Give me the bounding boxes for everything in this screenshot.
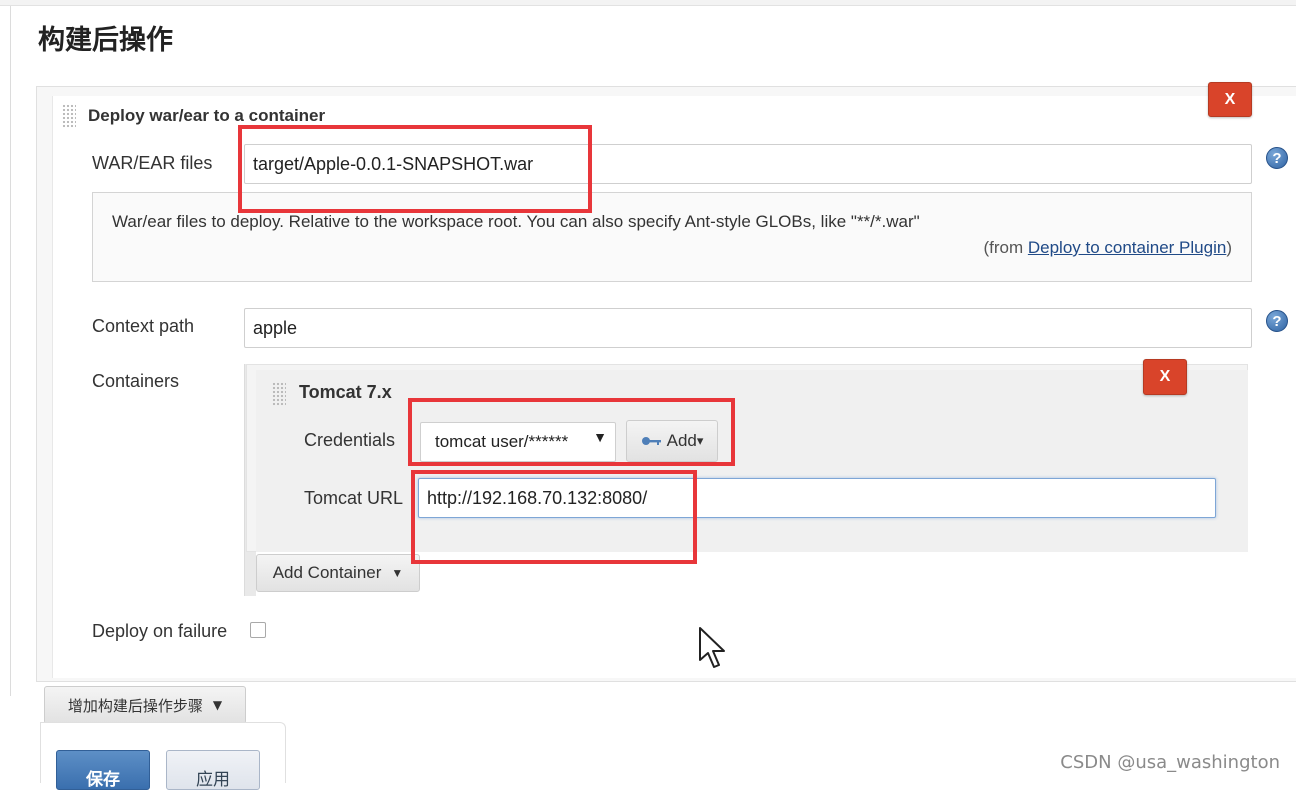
war-files-input[interactable]: target/Apple-0.0.1-SNAPSHOT.war <box>244 144 1252 184</box>
war-files-label: WAR/EAR files <box>92 153 213 173</box>
context-path-value: apple <box>253 317 298 338</box>
drag-handle-icon[interactable] <box>62 104 76 128</box>
delete-container-button[interactable]: X <box>1143 359 1187 395</box>
key-icon <box>641 437 661 445</box>
save-button[interactable]: 保存 <box>56 750 150 790</box>
deploy-on-failure-label: Deploy on failure <box>92 621 228 641</box>
tomcat-container-body <box>256 370 1248 552</box>
credentials-select[interactable]: tomcat user/****** ▼ <box>420 422 616 462</box>
plugin-link[interactable]: Deploy to container Plugin <box>1028 238 1226 257</box>
delete-step-button[interactable]: X <box>1208 82 1252 117</box>
add-post-build-step-button[interactable]: 增加构建后操作步骤 ▼ <box>44 686 246 724</box>
war-files-value: target/Apple-0.0.1-SNAPSHOT.war <box>253 153 534 174</box>
mouse-cursor-icon <box>699 627 725 668</box>
deploy-step-title: Deploy war/ear to a container <box>88 106 326 125</box>
war-files-help-icon[interactable]: ? <box>1266 147 1288 169</box>
deploy-on-failure-checkbox[interactable] <box>250 622 266 638</box>
context-path-help-icon[interactable]: ? <box>1266 310 1288 332</box>
add-chevron-icon: ▾ <box>696 433 704 448</box>
help-source: (from Deploy to container Plugin) <box>983 238 1232 258</box>
context-path-label: Context path <box>92 316 195 336</box>
tomcat-url-value: http://192.168.70.132:8080/ <box>427 487 648 508</box>
credentials-value: tomcat user/****** <box>435 432 569 451</box>
add-container-button[interactable]: Add Container ▼ <box>256 554 420 592</box>
war-files-help-box <box>92 192 1252 282</box>
chevron-down-icon: ▼ <box>593 429 607 445</box>
help-text: War/ear files to deploy. Relative to the… <box>112 212 920 231</box>
top-strip <box>0 0 1296 6</box>
tomcat-url-input[interactable]: http://192.168.70.132:8080/ <box>418 478 1216 518</box>
container-drag-handle-icon[interactable] <box>272 382 286 406</box>
tomcat-title: Tomcat 7.x <box>299 382 392 402</box>
add-post-build-step-label: 增加构建后操作步骤 <box>67 696 203 715</box>
add-container-label: Add Container <box>272 563 382 582</box>
add-credentials-label: Add <box>666 431 697 450</box>
add-credentials-button[interactable]: Add ▾ <box>626 420 718 462</box>
left-rule <box>10 6 11 696</box>
apply-button[interactable]: 应用 <box>166 750 260 790</box>
chevron-down-icon: ▼ <box>212 698 223 712</box>
context-path-input[interactable]: apple <box>244 308 1252 348</box>
tomcat-url-label: Tomcat URL <box>304 488 404 508</box>
credentials-label: Credentials <box>304 430 396 450</box>
help-from-suffix: ) <box>1226 238 1232 257</box>
containers-label: Containers <box>92 371 180 391</box>
chevron-down-icon: ▼ <box>391 566 404 580</box>
watermark: CSDN @usa_washington <box>1060 752 1280 773</box>
help-from-prefix: (from <box>983 238 1028 257</box>
section-title: 构建后操作 <box>38 25 173 56</box>
